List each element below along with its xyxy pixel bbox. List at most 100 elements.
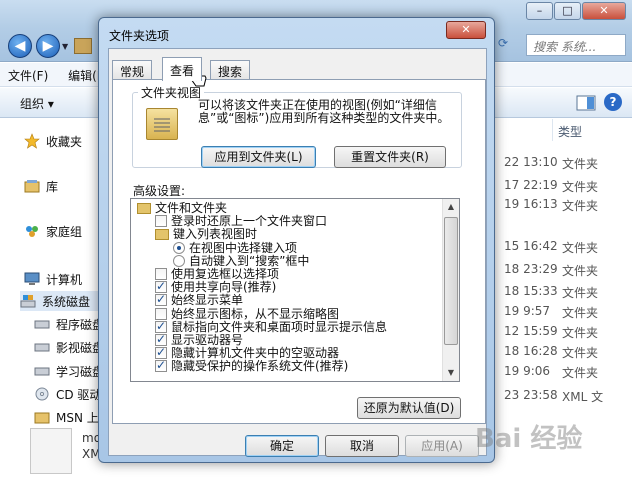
checkbox[interactable] [155, 215, 167, 228]
close-button[interactable]: ✕ [582, 2, 626, 20]
nav-libraries[interactable]: 库 [24, 176, 58, 196]
nav-drive-label: 程序磁盘 [56, 317, 105, 332]
checkbox[interactable] [155, 319, 167, 333]
nav-drive-cd[interactable]: CD 驱动 [34, 384, 101, 404]
nav-drive-label: 影视磁盘 [56, 340, 105, 355]
advanced-setting-label: 始终显示图标，从不显示缩略图 [171, 306, 340, 321]
radio-button[interactable] [173, 254, 185, 267]
search-input[interactable]: 搜索 系统... [526, 34, 626, 56]
nav-drive-label: 学习磁盘 [56, 364, 105, 379]
file-row-date: 19 9:57 [504, 304, 551, 318]
advanced-setting-row[interactable]: 鼠标指向文件夹和桌面项时显示提示信息 [155, 319, 387, 334]
nav-drive-label: 系统磁盘 [42, 294, 91, 309]
drive-icon [34, 367, 50, 376]
restore-defaults-button[interactable]: 还原为默认值(D) [357, 397, 461, 419]
checkbox[interactable] [155, 345, 167, 360]
folder-view-icon [146, 108, 178, 140]
column-header-type[interactable]: 类型 [558, 123, 582, 140]
advanced-setting-row[interactable]: 始终显示图标，从不显示缩略图 [155, 307, 339, 321]
address-bar-icon[interactable] [74, 38, 92, 54]
radio-button[interactable] [173, 241, 185, 254]
advanced-setting-label: 隐藏受保护的操作系统文件(推荐) [171, 359, 349, 374]
system-drive-icon [20, 295, 36, 308]
menu-file[interactable]: 文件(F) [0, 63, 56, 88]
advanced-setting-row[interactable]: 显示驱动器号 [155, 332, 244, 347]
minimize-button[interactable]: – [526, 2, 553, 20]
file-row-type: 文件夹 [562, 241, 599, 255]
apply-to-folders-button[interactable]: 应用到文件夹(L) [201, 146, 316, 168]
nav-homegroup[interactable]: 家庭组 [24, 221, 82, 241]
advanced-setting-row[interactable]: 隐藏受保护的操作系统文件(推荐) [155, 358, 349, 374]
advanced-setting-label: 自动键入到“搜索”框中 [189, 253, 310, 268]
star-icon [24, 133, 40, 149]
advanced-setting-row[interactable]: 始终显示菜单 [155, 292, 244, 308]
advanced-setting-row[interactable]: 使用复选框以选择项 [155, 267, 279, 281]
help-icon[interactable]: ? [604, 93, 622, 111]
file-row-type: 文件夹 [562, 346, 599, 360]
tab-search[interactable]: 搜索 [210, 60, 251, 80]
dialog-title: 文件夹选项 [109, 29, 170, 43]
nav-computer[interactable]: 计算机 [24, 269, 82, 289]
scroll-down-icon[interactable]: ▼ [443, 365, 459, 381]
tab-general[interactable]: 常规 [112, 60, 153, 80]
back-button[interactable]: ◀ [8, 34, 32, 58]
file-row-type: 文件夹 [562, 264, 599, 278]
scroll-thumb[interactable] [444, 217, 458, 345]
checkbox[interactable] [155, 268, 167, 280]
file-row-type: 文件夹 [562, 326, 599, 340]
advanced-setting-label: 显示驱动器号 [171, 333, 244, 347]
advanced-setting-row[interactable]: 键入列表视图时 [155, 227, 257, 241]
file-row-date: 19 9:06 [504, 364, 551, 378]
file-row-type: 文件夹 [562, 180, 599, 194]
advanced-setting-label: 文件和文件夹 [155, 201, 228, 215]
file-row-date: 22 13:10 [504, 155, 558, 169]
file-icon[interactable] [30, 428, 72, 474]
file-row-type: 文件夹 [562, 306, 599, 320]
nav-favorites[interactable]: 收藏夹 [24, 131, 82, 151]
advanced-settings-list[interactable]: 文件和文件夹 登录时还原上一个文件夹窗口 键入列表视图时 在视图中选择键入项 自动键入到… [130, 198, 460, 382]
dialog-close-button[interactable]: ✕ [446, 21, 486, 39]
forward-button[interactable]: ▶ [36, 34, 60, 58]
tab-view[interactable]: 查看 [162, 57, 203, 81]
file-row-type: 文件夹 [562, 286, 599, 300]
checkbox[interactable] [155, 332, 167, 346]
nav-drive-video[interactable]: 影视磁盘 [34, 337, 104, 357]
checkbox[interactable] [155, 358, 167, 373]
maximize-button[interactable]: □ [554, 2, 581, 20]
preview-pane-icon[interactable] [576, 93, 596, 113]
ok-button[interactable]: 确定 [245, 435, 319, 457]
nav-drive-label: CD 驱动 [56, 387, 102, 402]
file-row-date: 15 16:42 [504, 239, 558, 253]
file-row-date: 23 23:58 [504, 388, 558, 402]
checkbox[interactable] [155, 292, 167, 307]
nav-drive-study[interactable]: 学习磁盘 [34, 361, 104, 381]
drive-icon [34, 343, 50, 352]
file-row-date: 18 15:33 [504, 284, 558, 298]
advanced-setting-row[interactable]: 在视图中选择键入项 [173, 241, 297, 255]
reset-folders-button[interactable]: 重置文件夹(R) [334, 146, 446, 168]
checkbox[interactable] [155, 307, 167, 320]
file-row-type: 文件夹 [562, 199, 599, 213]
file-row-date: 17 22:19 [504, 178, 558, 192]
file-row-date: 18 16:28 [504, 344, 558, 358]
refresh-icon[interactable]: ⟳ [498, 36, 518, 54]
drive-icon [34, 320, 50, 329]
advanced-settings-label: 高级设置: [133, 184, 186, 198]
advanced-setting-label: 始终显示菜单 [171, 293, 244, 308]
scroll-up-icon[interactable]: ▲ [443, 199, 459, 215]
cancel-button[interactable]: 取消 [325, 435, 399, 457]
history-dropdown-icon[interactable]: ▼ [62, 42, 68, 51]
advanced-setting-row[interactable]: 自动键入到“搜索”框中 [173, 254, 309, 268]
checkbox[interactable] [155, 279, 167, 294]
apply-button[interactable]: 应用(A) [405, 435, 479, 457]
nav-drive-msn[interactable]: MSN 上 [34, 407, 99, 427]
nav-libraries-label: 库 [46, 179, 59, 194]
advanced-setting-row[interactable]: 文件和文件夹 [137, 201, 227, 215]
folder-icon [137, 202, 151, 214]
organize-button[interactable]: 组织 ▾ [20, 95, 54, 112]
file-row-date: 19 16:13 [504, 197, 558, 211]
advanced-settings-scrollbar[interactable]: ▲ ▼ [442, 199, 459, 381]
file-row-type: XML 文 [562, 390, 604, 404]
nav-drive-system[interactable]: 系统磁盘 [20, 291, 100, 311]
nav-drive-program[interactable]: 程序磁盘 [34, 314, 104, 334]
